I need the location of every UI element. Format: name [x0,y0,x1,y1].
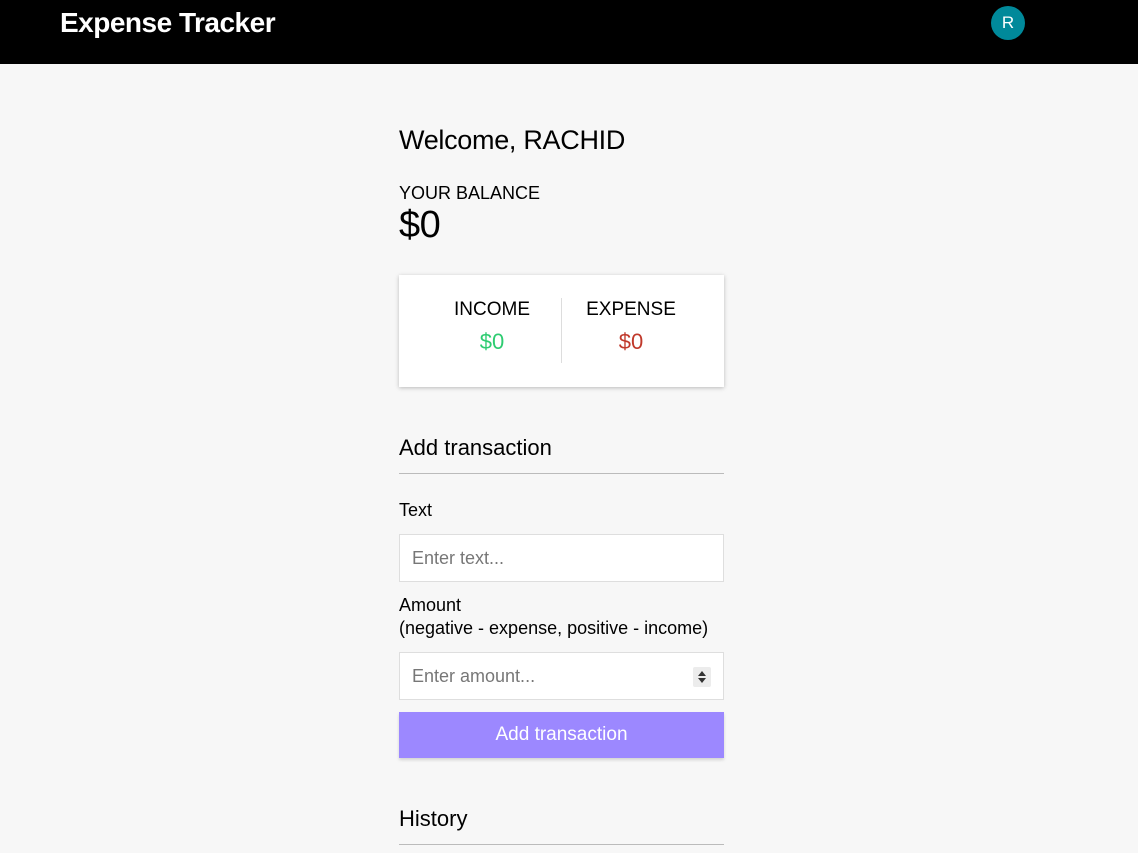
spinner-up-icon[interactable] [698,671,706,676]
balance-value: $0 [399,204,441,246]
top-app-bar: Expense Tracker R [0,0,1138,64]
amount-spinner-icon[interactable] [693,667,711,687]
text-input[interactable] [399,534,724,582]
expense-label: EXPENSE [586,299,676,320]
amount-field-label: Amount (negative - expense, positive - i… [399,594,708,640]
amount-label-title: Amount [399,595,462,615]
add-transaction-button[interactable]: Add transaction [399,712,724,758]
welcome-heading: Welcome, RACHID [399,125,626,155]
amount-label-hint: (negative - expense, positive - income) [399,618,709,638]
text-field-label: Text [399,500,433,520]
income-column: INCOME $0 [411,299,573,355]
add-transaction-heading: Add transaction [399,435,724,474]
expense-column: EXPENSE $0 [550,299,712,355]
income-label: INCOME [454,299,530,320]
user-avatar[interactable]: R [991,6,1025,40]
expense-value: $0 [618,329,644,354]
balance-label: YOUR BALANCE [399,183,541,203]
history-heading: History [399,806,724,845]
amount-input[interactable] [399,652,724,700]
app-title: Expense Tracker [60,7,276,38]
income-value: $0 [479,329,505,354]
income-expense-card: INCOME $0 EXPENSE $0 [399,275,724,387]
spinner-down-icon[interactable] [698,678,706,683]
